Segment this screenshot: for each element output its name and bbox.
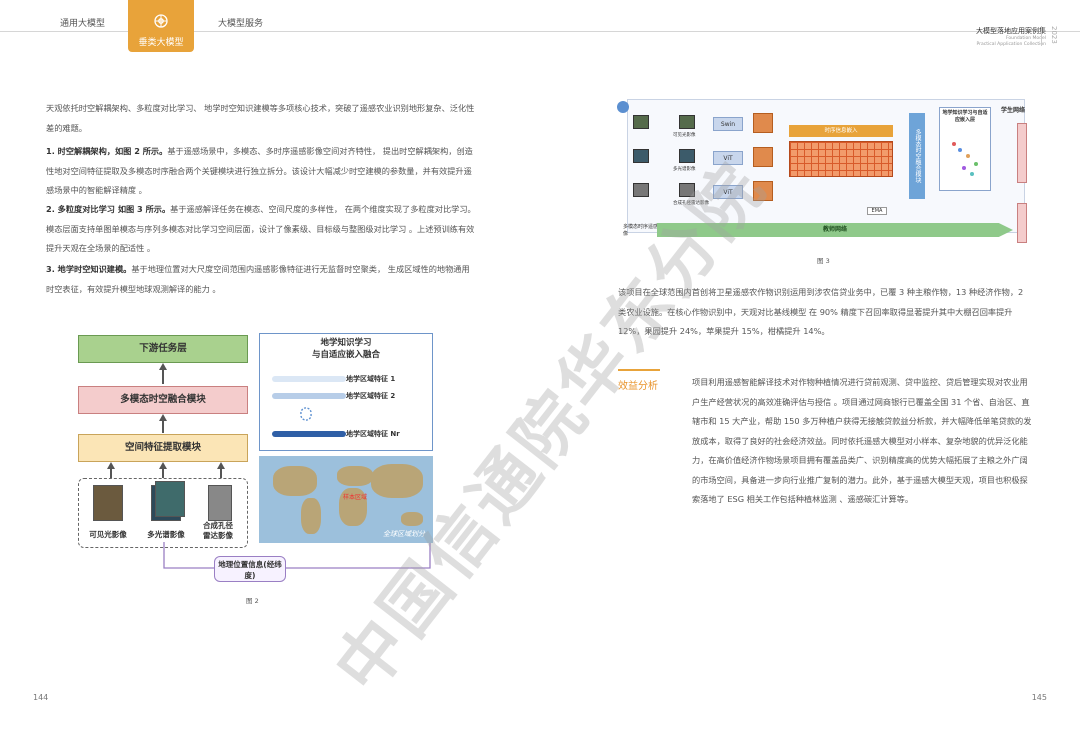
- geo-connector-lines: [163, 540, 431, 569]
- map-north-america: [273, 466, 317, 496]
- section-title-benefit: 效益分析: [618, 381, 658, 392]
- caption-sar: 合成孔径雷达影像: [203, 521, 233, 540]
- header-publication-title: 大模型落地应用案例集 Foundation Model Practical Ap…: [976, 26, 1046, 48]
- arrow-up-icon: [217, 462, 225, 469]
- student-network-label: 学生网络: [1001, 107, 1026, 114]
- point-2-heading: 2. 多粒度对比学习 如图 3 所示。: [46, 204, 171, 214]
- arrow-up-icon: [107, 462, 115, 469]
- point-2-paragraph: 2. 多粒度对比学习 如图 3 所示。基于遥感解译任务在模态、空间尺度的多样性，…: [46, 200, 476, 259]
- map-australia: [401, 512, 423, 526]
- vit-module-1: ViT: [713, 151, 743, 165]
- multimodal-fusion-box: 多模态时空融合模块: [78, 386, 248, 414]
- student-output-stack: [1017, 123, 1027, 183]
- downstream-task-layer-box: 下游任务层: [78, 335, 248, 363]
- page-number-right: 145: [1031, 693, 1047, 702]
- header-year: 2023: [1050, 26, 1058, 44]
- benefit-paragraph: 项目利用遥感智能解译技术对作物种植情况进行贷前观测、贷中监控、贷后管理实现对农业…: [692, 377, 1032, 504]
- arrow-line-5: [220, 468, 222, 478]
- page-number-left: 144: [33, 693, 49, 702]
- caption-multispectral: 多光谱影像: [147, 530, 185, 539]
- feature-label-1: 地学区域特征 1: [346, 375, 396, 383]
- figure-2-caption: 图 2: [246, 597, 259, 605]
- publication-title-cn: 大模型落地应用案例集: [976, 27, 1046, 35]
- view-label-3: 合成孔径雷达影像: [673, 201, 709, 206]
- point-1-heading: 1. 时空解耦架构，如图 2 所示。: [46, 146, 168, 156]
- input-thumb-1: [633, 115, 649, 129]
- tab-general-model[interactable]: 通用大模型: [60, 16, 105, 29]
- feature-cube-3: [753, 181, 773, 201]
- geo-embedding-label: 地学知识学习与自适应嵌入层: [942, 110, 988, 123]
- view-label-1: 可见光影像: [673, 133, 696, 138]
- spatial-feature-box: 空间特征提取模块: [78, 434, 248, 462]
- feature-bar-1: [272, 376, 346, 382]
- arrow-line-4: [162, 468, 164, 478]
- feature-label-2: 地学区域特征 2: [346, 392, 396, 400]
- map-south-america: [301, 498, 321, 534]
- feature-bar-2: [272, 393, 346, 399]
- arrow-up-icon: [159, 363, 167, 370]
- feature-bar-n: [272, 431, 346, 437]
- sequence-embedding-bar: 时序信息嵌入: [789, 125, 893, 137]
- cluster-scatter: [952, 142, 978, 176]
- input-thumb-2: [633, 149, 649, 163]
- arrow-up-icon: [159, 462, 167, 469]
- teacher-network-bar: 教师网络: [657, 223, 1013, 237]
- feature-cube-1: [753, 113, 773, 133]
- model-icon: [154, 14, 168, 28]
- tab-vertical-model[interactable]: 垂类大模型: [128, 0, 194, 52]
- view-label-2: 多光谱影像: [673, 167, 696, 172]
- visible-light-image: [93, 485, 123, 521]
- multispectral-image-stack: [155, 481, 185, 517]
- arrow-line-1: [162, 368, 164, 384]
- arrow-line-3: [110, 468, 112, 478]
- input-thumb-3: [633, 183, 649, 197]
- right-paragraph-1: 该项目在全球范围内首创将卫星遥感农作物识别运用到涉农信贷业务中，已覆 3 种主粮…: [618, 287, 1024, 336]
- geo-knowledge-panel: 地学知识学习 与自适应嵌入融合 地学区域特征 1 地学区域特征 2 地学区域特征…: [259, 333, 433, 451]
- map-asia: [371, 464, 423, 498]
- sample-region-label: 样本区域: [343, 494, 368, 501]
- teacher-output-stack: [1017, 203, 1027, 243]
- tab-model-service[interactable]: 大模型服务: [218, 16, 263, 29]
- map-europe: [337, 466, 373, 486]
- refresh-icon: [300, 407, 312, 421]
- point-3-heading: 3. 地学时空知识建模。: [46, 264, 132, 274]
- map-caption: 全球区域划分: [383, 530, 425, 538]
- token-grid: [789, 141, 893, 177]
- header-vertical-divider: [1041, 26, 1042, 46]
- figure-3-caption: 图 3: [817, 257, 830, 265]
- publication-title-en-2: Practical Application Collection: [976, 42, 1046, 47]
- feature-cube-2: [753, 147, 773, 167]
- section-accent-line: [618, 369, 660, 371]
- view-thumb-1: [679, 115, 695, 129]
- sar-image: [208, 485, 232, 521]
- ema-box: EMA: [867, 207, 887, 215]
- arrow-line-2: [162, 419, 164, 433]
- view-thumb-2: [679, 149, 695, 163]
- panel-title-line-1: 地学知识学习: [320, 338, 372, 348]
- caption-visible-light: 可见光影像: [89, 530, 127, 539]
- arrow-up-icon: [159, 414, 167, 421]
- point-1-paragraph: 1. 时空解耦架构，如图 2 所示。基于遥感场景中，多模态、多时序遥感影像空间对…: [46, 142, 476, 201]
- panel-title: 地学知识学习 与自适应嵌入融合: [260, 337, 432, 361]
- world-map: 样本区域 全球区域划分: [259, 456, 433, 543]
- geo-embedding-box: 地学知识学习与自适应嵌入层: [939, 107, 991, 191]
- globe-icon: [617, 101, 629, 113]
- fusion-module-bar: 多模态时空融合模块: [909, 113, 925, 199]
- point-3-paragraph: 3. 地学时空知识建模。基于地理位置对大尺度空间范围内遥感影像特征进行无监督时空…: [46, 260, 476, 299]
- figure-3: 多模态时序遥感影像 可见光影像 多光谱影像 合成孔径雷达影像 Swin ViT …: [617, 99, 1035, 265]
- vit-module-2: ViT: [713, 185, 743, 199]
- feature-label-n: 地学区域特征 Nr: [346, 430, 400, 438]
- panel-title-line-2: 与自适应嵌入融合: [311, 350, 380, 360]
- view-thumb-3: [679, 183, 695, 197]
- swin-module: Swin: [713, 117, 743, 131]
- tab-vertical-model-label: 垂类大模型: [138, 38, 184, 48]
- intro-paragraph: 天观依托时空解耦架构、多粒度对比学习、 地学时空知识建模等多项核心技术，突破了遥…: [46, 103, 475, 133]
